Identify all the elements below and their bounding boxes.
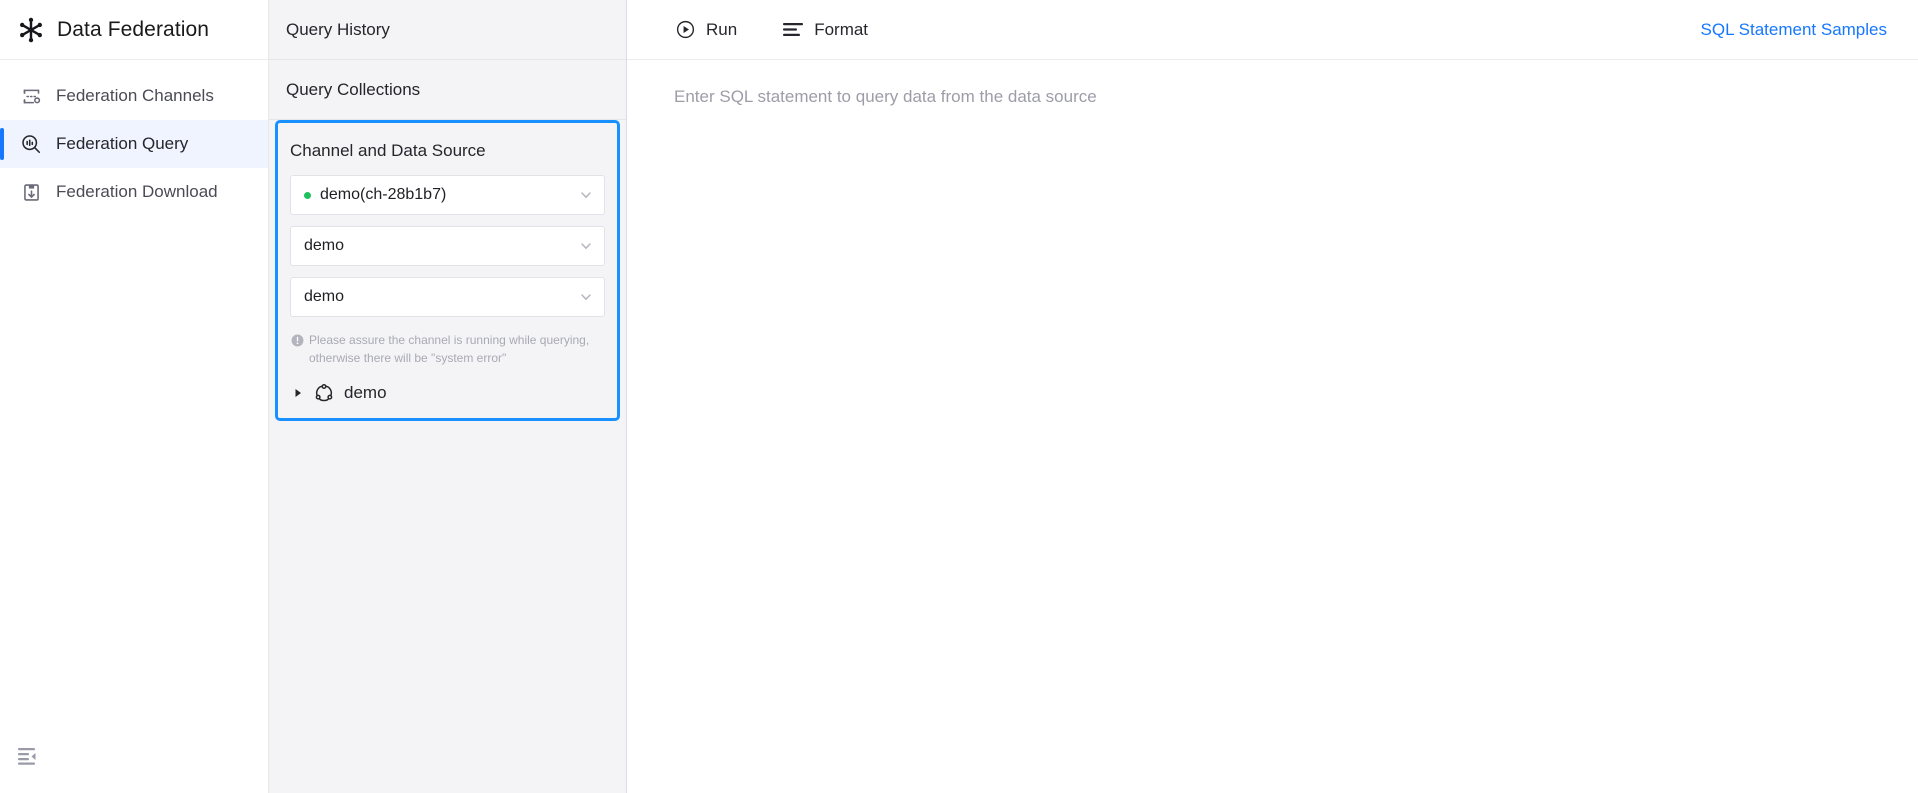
snowflake-logo-icon <box>14 13 48 47</box>
editor-toolbar: Run Format SQL Statement Samples <box>627 0 1918 60</box>
sql-editor[interactable]: Enter SQL statement to query data from t… <box>627 60 1918 793</box>
sql-editor-placeholder: Enter SQL statement to query data from t… <box>674 87 1097 106</box>
chevron-down-icon <box>579 188 593 202</box>
download-box-icon <box>16 177 46 207</box>
query-search-icon <box>16 129 46 159</box>
datasource-tree-item-label: demo <box>344 383 387 402</box>
channels-icon <box>16 81 46 111</box>
query-collections-row[interactable]: Query Collections <box>269 60 626 120</box>
info-circle-icon <box>291 334 304 347</box>
channel-select[interactable]: demo(ch-28b1b7) <box>290 175 605 215</box>
status-dot-icon <box>304 191 311 199</box>
datasource-tree-item-demo[interactable]: demo <box>278 367 617 404</box>
query-collections-label: Query Collections <box>286 79 421 99</box>
query-history-label: Query History <box>286 19 390 39</box>
format-button-label: Format <box>814 19 869 39</box>
sidebar-nav: Federation Channels Federation Query Fed… <box>0 60 268 216</box>
channel-and-datasource-card: Channel and Data Source demo(ch-28b1b7) … <box>275 120 620 421</box>
brand-title: Data Federation <box>57 17 210 41</box>
sidebar-item-federation-channels[interactable]: Federation Channels <box>0 72 268 120</box>
caret-right-icon[interactable] <box>291 386 305 400</box>
main-content: Run Format SQL Statement Samples Enter S… <box>627 0 1918 793</box>
channel-and-datasource-title: Channel and Data Source <box>290 141 486 160</box>
schema-select-value: demo <box>304 288 345 305</box>
menu-fold-icon[interactable] <box>18 746 42 766</box>
sidebar-item-label: Federation Channels <box>56 86 214 105</box>
format-button[interactable]: Format <box>782 19 868 41</box>
schema-select[interactable]: demo <box>290 277 605 317</box>
database-select[interactable]: demo <box>290 226 605 266</box>
sql-statement-samples-link[interactable]: SQL Statement Samples <box>1701 20 1887 40</box>
chevron-down-icon <box>579 290 593 304</box>
query-side-panel: Query History Query Collections Channel … <box>269 0 627 793</box>
sidebar-item-label: Federation Query <box>56 134 189 153</box>
channel-running-hint: Please assure the channel is running whi… <box>278 328 617 367</box>
app-root: Data Federation Federation Channels Fede… <box>0 0 1918 793</box>
sidebar-item-federation-download[interactable]: Federation Download <box>0 168 268 216</box>
chevron-down-icon <box>579 239 593 253</box>
query-history-row[interactable]: Query History <box>269 0 626 60</box>
play-circle-icon <box>674 19 696 41</box>
sidebar-item-label: Federation Download <box>56 182 218 201</box>
channel-running-hint-text: Please assure the channel is running whi… <box>309 333 590 365</box>
database-select-value: demo <box>304 237 345 254</box>
align-left-icon <box>782 19 804 41</box>
brand-header: Data Federation <box>0 0 268 60</box>
datasource-node-icon <box>313 382 335 404</box>
run-button-label: Run <box>706 19 738 39</box>
sidebar: Data Federation Federation Channels Fede… <box>0 0 269 793</box>
channel-select-value: demo(ch-28b1b7) <box>320 186 447 203</box>
run-button[interactable]: Run <box>674 19 737 41</box>
sidebar-item-federation-query[interactable]: Federation Query <box>0 120 268 168</box>
